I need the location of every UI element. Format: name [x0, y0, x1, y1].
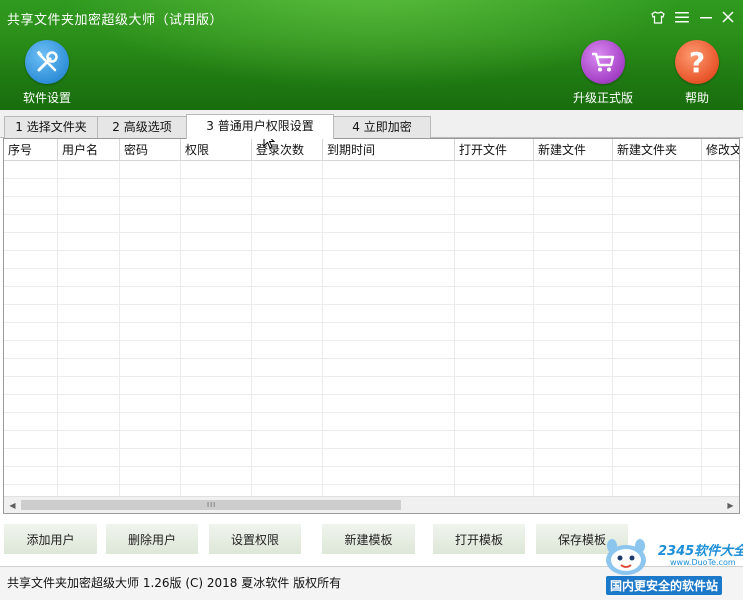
tab-select-folder[interactable]: 1 选择文件夹	[4, 116, 98, 138]
scrollbar-grip: III	[207, 501, 217, 509]
scrollbar-thumb[interactable]: III	[21, 500, 401, 510]
column-divider	[454, 161, 455, 497]
scroll-right-arrow-icon[interactable]: ▶	[722, 497, 739, 513]
column-divider	[57, 161, 58, 497]
skin-shirt-icon[interactable]	[648, 7, 668, 27]
column-divider	[119, 161, 120, 497]
help-glyph: ?	[688, 45, 706, 79]
column-header[interactable]: 到期时间	[323, 139, 455, 161]
settings-label: 软件设置	[22, 91, 71, 105]
close-icon[interactable]	[718, 7, 738, 27]
column-header[interactable]: 新建文件夹	[613, 139, 702, 161]
new-template-button[interactable]: 新建模板	[322, 524, 415, 554]
column-divider	[322, 161, 323, 497]
scroll-left-arrow-icon[interactable]: ◀	[4, 497, 21, 513]
delete-user-button[interactable]: 删除用户	[106, 524, 198, 554]
open-template-button[interactable]: 打开模板	[433, 524, 525, 554]
user-permission-grid[interactable]: 序号 用户名 密码 权限 登录次数 到期时间 打开文件 新建文件 新建文件夹 修…	[3, 138, 740, 514]
help-label: 帮助	[684, 91, 709, 105]
copyright-text: 共享文件夹加密超级大师 1.26版 (C) 2018 夏冰软件 版权所有	[7, 576, 342, 590]
horizontal-scrollbar[interactable]: ◀ III ▶	[4, 496, 739, 513]
cart-icon	[581, 40, 625, 84]
column-header[interactable]: 权限	[181, 139, 252, 161]
column-divider	[251, 161, 252, 497]
column-divider	[180, 161, 181, 497]
column-header[interactable]: 新建文件	[534, 139, 613, 161]
column-header[interactable]: 用户名	[58, 139, 120, 161]
upgrade-button[interactable]: 升级正式版	[570, 40, 636, 106]
watermark-brand: 2345软件大全	[658, 544, 743, 559]
watermark-url: www.DuoTe.com	[670, 558, 736, 567]
column-header[interactable]: 打开文件	[455, 139, 534, 161]
grid-body[interactable]	[4, 161, 739, 497]
app-title: 共享文件夹加密超级大师（试用版）	[7, 13, 224, 28]
column-header[interactable]: 密码	[120, 139, 181, 161]
tab-strip: 1 选择文件夹 2 高级选项 3 普通用户权限设置 4 立即加密	[0, 110, 743, 139]
tab-encrypt-now[interactable]: 4 立即加密	[333, 116, 431, 138]
title-header: 共享文件夹加密超级大师（试用版） 软件设置 升级正式版 ? 帮助	[0, 0, 743, 110]
question-icon: ?	[675, 40, 719, 84]
tab-advanced-options[interactable]: 2 高级选项	[97, 116, 187, 138]
tab-user-permissions[interactable]: 3 普通用户权限设置	[186, 114, 334, 139]
site-watermark: 2345软件大全 www.DuoTe.com 国内更安全的软件站	[600, 528, 743, 600]
tools-icon	[25, 40, 69, 84]
help-button[interactable]: ? 帮助	[674, 40, 720, 106]
minimize-icon[interactable]	[696, 7, 716, 27]
menu-icon[interactable]	[672, 7, 692, 27]
watermark-slogan: 国内更安全的软件站	[606, 576, 723, 595]
add-user-button[interactable]: 添加用户	[4, 524, 97, 554]
mascot-logo-icon	[606, 539, 646, 575]
grid-header: 序号 用户名 密码 权限 登录次数 到期时间 打开文件 新建文件 新建文件夹 修…	[4, 139, 739, 161]
settings-button[interactable]: 软件设置	[18, 40, 76, 106]
upgrade-label: 升级正式版	[572, 91, 633, 105]
column-divider	[701, 161, 702, 497]
column-header[interactable]: 修改文	[702, 139, 739, 161]
column-divider	[533, 161, 534, 497]
column-divider	[612, 161, 613, 497]
set-permission-button[interactable]: 设置权限	[209, 524, 301, 554]
column-header[interactable]: 序号	[4, 139, 58, 161]
